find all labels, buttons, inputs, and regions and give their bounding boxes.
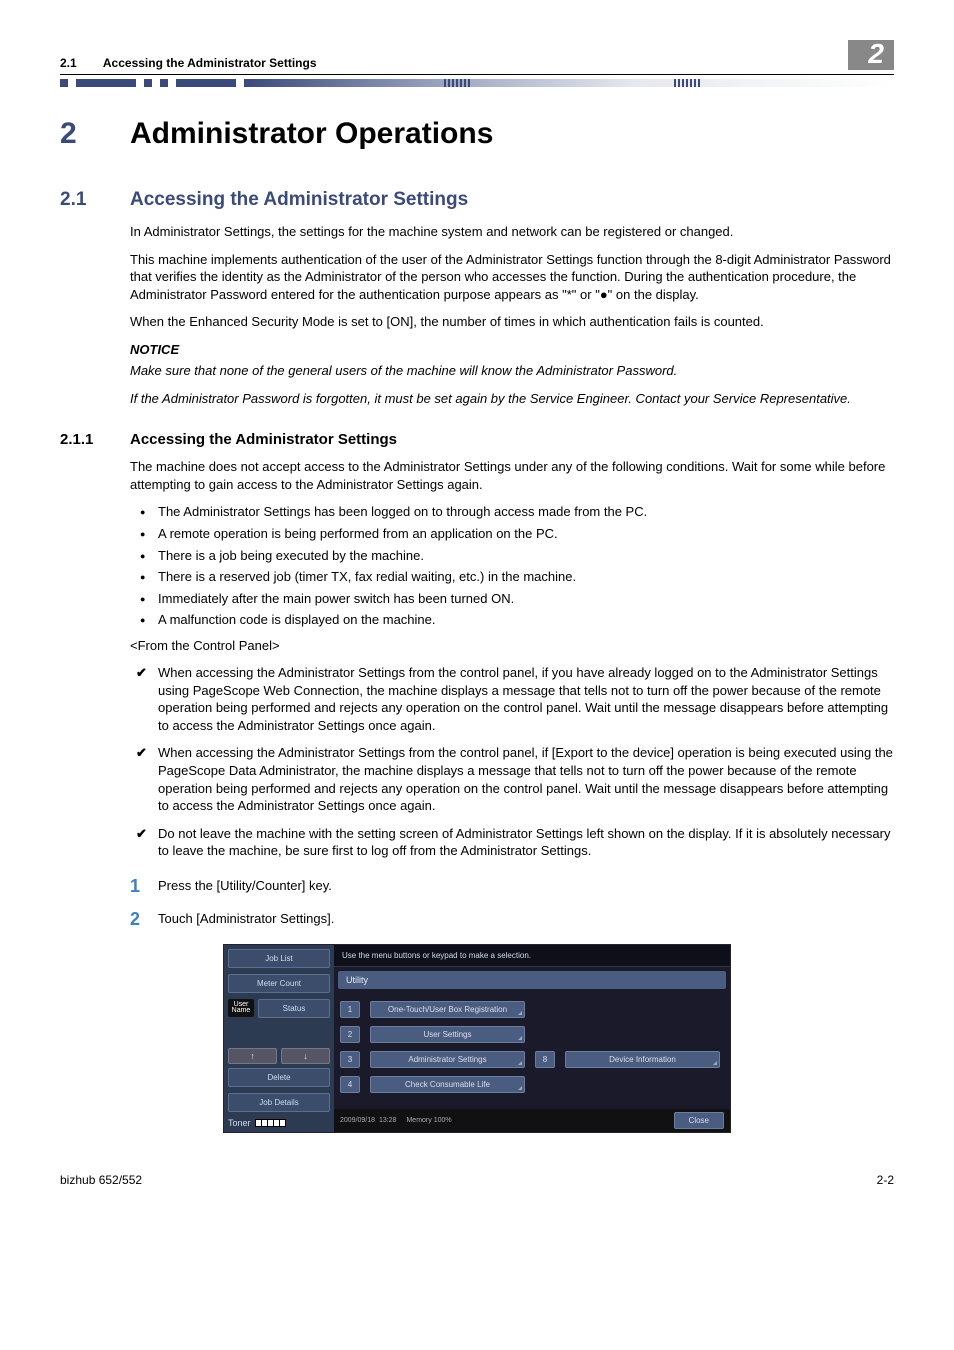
memory-value: 100% bbox=[434, 1117, 452, 1124]
footer-page-number: 2-2 bbox=[877, 1173, 894, 1187]
section-number: 2.1 bbox=[60, 189, 130, 211]
chapter-number: 2 bbox=[60, 117, 130, 151]
header-section-title: Accessing the Administrator Settings bbox=[103, 56, 317, 70]
check-consumable-button[interactable]: Check Consumable Life bbox=[370, 1076, 525, 1093]
menu-number: 4 bbox=[340, 1076, 360, 1093]
menu-number: 8 bbox=[535, 1051, 555, 1068]
panel-screenshot: Job List Meter Count User Name Status ↑ … bbox=[223, 944, 731, 1133]
notice-text: Make sure that none of the general users… bbox=[130, 362, 894, 380]
subsection-number: 2.1.1 bbox=[60, 431, 130, 448]
toner-indicator: Toner bbox=[228, 1118, 330, 1128]
section-heading: 2.1Accessing the Administrator Settings bbox=[60, 189, 894, 211]
menu-number: 1 bbox=[340, 1001, 360, 1018]
step-number: 1 bbox=[130, 876, 140, 897]
delete-button[interactable]: Delete bbox=[228, 1068, 330, 1087]
user-settings-button[interactable]: User Settings bbox=[370, 1026, 525, 1043]
sub-label: <From the Control Panel> bbox=[130, 637, 894, 655]
list-item: Do not leave the machine with the settin… bbox=[130, 825, 894, 860]
footer-model: bizhub 652/552 bbox=[60, 1173, 142, 1187]
menu-number: 2 bbox=[340, 1026, 360, 1043]
body-text: When the Enhanced Security Mode is set t… bbox=[130, 313, 894, 331]
list-item: When accessing the Administrator Setting… bbox=[130, 744, 894, 814]
toner-bars-icon bbox=[255, 1119, 286, 1127]
panel-time: 13:28 bbox=[379, 1117, 397, 1124]
user-name-label: User Name bbox=[228, 999, 254, 1017]
step-number: 2 bbox=[130, 909, 140, 930]
status-button[interactable]: Status bbox=[258, 999, 330, 1018]
check-list: When accessing the Administrator Setting… bbox=[130, 664, 894, 859]
step-list: 1Press the [Utility/Counter] key. 2Touch… bbox=[130, 878, 894, 926]
utility-title: Utility bbox=[338, 971, 726, 989]
running-head: 2.1 Accessing the Administrator Settings bbox=[60, 56, 317, 70]
memory-label: Memory bbox=[406, 1117, 431, 1124]
up-arrow-button[interactable]: ↑ bbox=[228, 1048, 277, 1064]
one-touch-button[interactable]: One-Touch/User Box Registration bbox=[370, 1001, 525, 1018]
list-item: There is a job being executed by the mac… bbox=[130, 547, 894, 565]
step-item: 2Touch [Administrator Settings]. bbox=[130, 911, 894, 926]
subsection-heading: 2.1.1Accessing the Administrator Setting… bbox=[60, 431, 894, 448]
subsection-title: Accessing the Administrator Settings bbox=[130, 431, 397, 448]
section-title: Accessing the Administrator Settings bbox=[130, 189, 468, 210]
list-item: The Administrator Settings has been logg… bbox=[130, 503, 894, 521]
panel-prompt: Use the menu buttons or keypad to make a… bbox=[334, 945, 730, 967]
meter-count-button[interactable]: Meter Count bbox=[228, 974, 330, 993]
bullet-list: The Administrator Settings has been logg… bbox=[130, 503, 894, 628]
down-arrow-button[interactable]: ↓ bbox=[281, 1048, 330, 1064]
decorative-bar bbox=[60, 79, 894, 87]
list-item: Immediately after the main power switch … bbox=[130, 590, 894, 608]
chapter-heading: 2Administrator Operations bbox=[60, 117, 894, 151]
administrator-settings-button[interactable]: Administrator Settings bbox=[370, 1051, 525, 1068]
list-item: There is a reserved job (timer TX, fax r… bbox=[130, 568, 894, 586]
device-information-button[interactable]: Device Information bbox=[565, 1051, 720, 1068]
chapter-title: Administrator Operations bbox=[130, 117, 493, 150]
step-item: 1Press the [Utility/Counter] key. bbox=[130, 878, 894, 893]
body-text: The machine does not accept access to th… bbox=[130, 458, 894, 493]
body-text: In Administrator Settings, the settings … bbox=[130, 223, 894, 241]
panel-sidebar: Job List Meter Count User Name Status ↑ … bbox=[224, 945, 334, 1132]
step-text: Touch [Administrator Settings]. bbox=[158, 911, 334, 926]
menu-number: 3 bbox=[340, 1051, 360, 1068]
panel-main: Use the menu buttons or keypad to make a… bbox=[334, 945, 730, 1132]
list-item: A remote operation is being performed fr… bbox=[130, 525, 894, 543]
job-list-button[interactable]: Job List bbox=[228, 949, 330, 968]
body-text: This machine implements authentication o… bbox=[130, 251, 894, 304]
notice-text: If the Administrator Password is forgott… bbox=[130, 390, 894, 408]
panel-date: 2009/09/18 bbox=[340, 1117, 375, 1124]
toner-label: Toner bbox=[228, 1118, 251, 1128]
chapter-badge: 2 bbox=[848, 40, 894, 70]
notice-heading: NOTICE bbox=[130, 341, 894, 359]
list-item: When accessing the Administrator Setting… bbox=[130, 664, 894, 734]
header-section-num: 2.1 bbox=[60, 56, 100, 70]
step-text: Press the [Utility/Counter] key. bbox=[158, 878, 332, 893]
close-button[interactable]: Close bbox=[674, 1112, 724, 1129]
list-item: A malfunction code is displayed on the m… bbox=[130, 611, 894, 629]
job-details-button[interactable]: Job Details bbox=[228, 1093, 330, 1112]
